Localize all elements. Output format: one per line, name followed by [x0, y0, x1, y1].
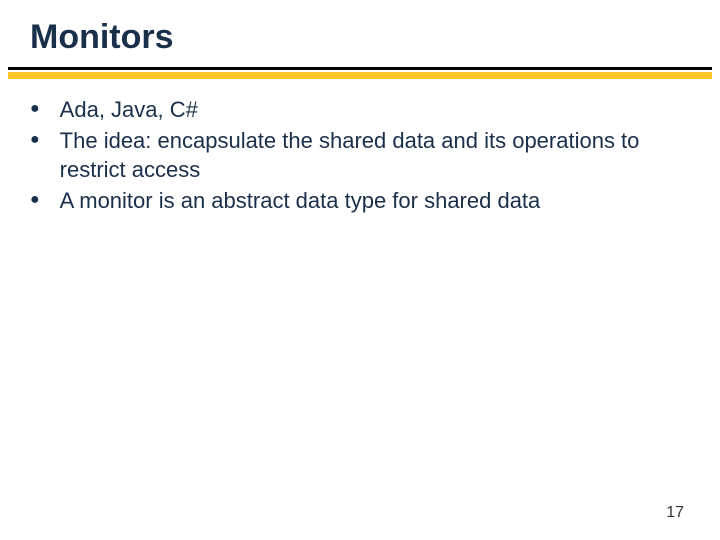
list-item: ● The idea: encapsulate the shared data … — [30, 126, 680, 184]
list-item: ● Ada, Java, C# — [30, 95, 680, 124]
divider-black-line — [8, 67, 712, 70]
title-divider — [8, 67, 712, 79]
divider-gold-line — [8, 72, 712, 79]
slide-title: Monitors — [0, 18, 720, 67]
bullet-list: ● Ada, Java, C# ● The idea: encapsulate … — [30, 95, 680, 215]
page-number: 17 — [666, 504, 684, 522]
list-item: ● A monitor is an abstract data type for… — [30, 186, 680, 215]
bullet-icon: ● — [30, 129, 40, 150]
bullet-icon: ● — [30, 98, 40, 119]
slide-content: ● Ada, Java, C# ● The idea: encapsulate … — [0, 79, 720, 215]
bullet-text: Ada, Java, C# — [60, 95, 198, 124]
bullet-text: The idea: encapsulate the shared data an… — [60, 126, 680, 184]
slide-container: Monitors ● Ada, Java, C# ● The idea: enc… — [0, 0, 720, 540]
bullet-icon: ● — [30, 189, 40, 210]
bullet-text: A monitor is an abstract data type for s… — [60, 186, 541, 215]
